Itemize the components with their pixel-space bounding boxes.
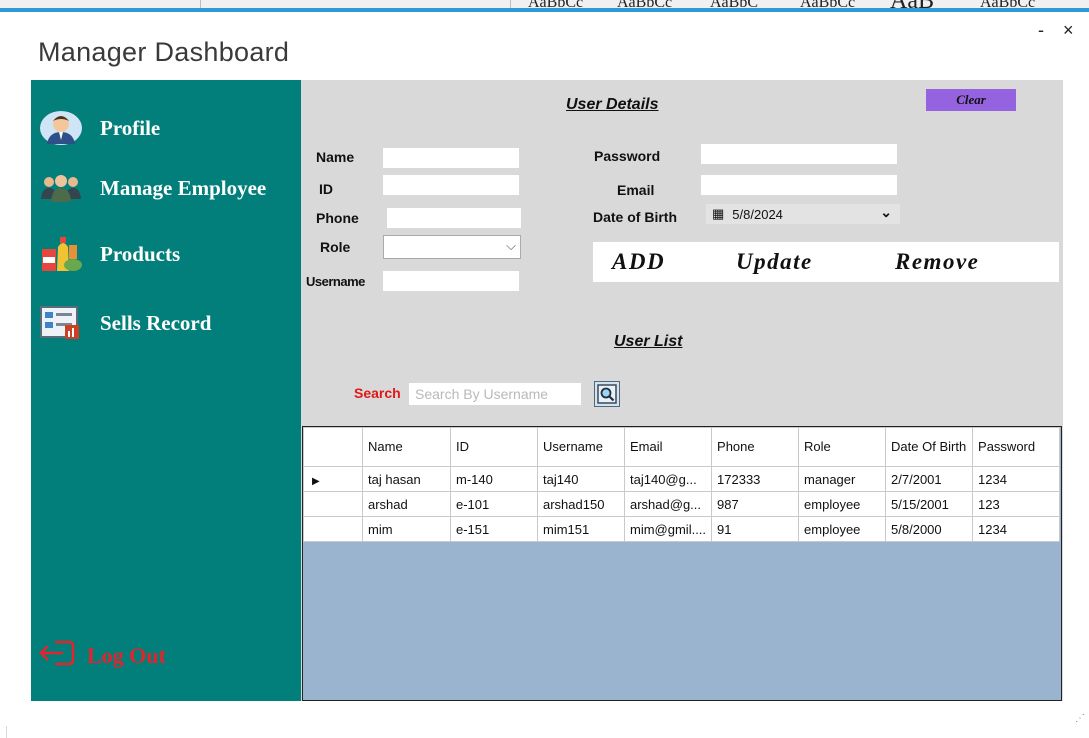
- table-cell[interactable]: employee: [798, 516, 887, 542]
- action-button-panel: ADD Update Remove: [593, 242, 1059, 282]
- phone-input[interactable]: [387, 208, 521, 228]
- table-row[interactable]: arshad e-101 arshad150 arshad@g... 987 e…: [303, 491, 1061, 517]
- user-table: Name ID Username Email Phone Role Date O…: [303, 427, 1061, 542]
- close-button[interactable]: ×: [1063, 20, 1074, 41]
- sidebar-item-products[interactable]: Products: [36, 236, 180, 272]
- logout-icon: [39, 638, 77, 673]
- update-button[interactable]: Update: [736, 249, 813, 275]
- table-cell[interactable]: 2/7/2001: [885, 466, 974, 492]
- username-label: Username: [306, 274, 365, 289]
- table-row[interactable]: ▶ taj hasan m-140 taj140 taj140@g... 172…: [303, 466, 1061, 492]
- password-input[interactable]: [701, 144, 897, 164]
- column-header[interactable]: Date Of Birth: [885, 427, 974, 467]
- sidebar-item-label: Manage Employee: [100, 175, 267, 200]
- row-selector[interactable]: [303, 491, 363, 517]
- table-cell[interactable]: m-140: [450, 466, 538, 492]
- phone-label: Phone: [316, 210, 359, 226]
- sidebar-item-profile[interactable]: Profile: [36, 110, 160, 146]
- table-cell[interactable]: 1234: [972, 466, 1061, 492]
- table-cell[interactable]: taj hasan: [362, 466, 451, 492]
- table-cell[interactable]: 91: [711, 516, 800, 542]
- table-cell[interactable]: 123: [972, 491, 1061, 517]
- user-list-grid: Name ID Username Email Phone Role Date O…: [302, 426, 1062, 701]
- sidebar-item-manage-employee[interactable]: Manage Employee: [36, 170, 266, 206]
- user-list-title: User List: [614, 333, 683, 350]
- role-label: Role: [320, 239, 351, 255]
- email-label: Email: [617, 182, 655, 198]
- table-cell[interactable]: 1234: [972, 516, 1061, 542]
- search-button[interactable]: [594, 381, 620, 407]
- dob-value: 5/8/2024: [732, 206, 783, 222]
- table-cell[interactable]: 5/8/2000: [885, 516, 974, 542]
- table-cell[interactable]: manager: [798, 466, 887, 492]
- minimize-button[interactable]: -: [1038, 20, 1044, 41]
- table-row[interactable]: mim e-151 mim151 mim@gmil.... 91 employe…: [303, 516, 1061, 542]
- calendar-icon: ▦: [712, 206, 725, 221]
- logout-label: Log Out: [87, 642, 166, 668]
- email-input[interactable]: [701, 175, 897, 195]
- chevron-down-icon: ⌵: [506, 238, 516, 253]
- column-header[interactable]: Name: [362, 427, 451, 467]
- row-selector[interactable]: [303, 516, 363, 542]
- password-label: Password: [594, 148, 661, 164]
- logout-button[interactable]: Log Out: [39, 638, 166, 673]
- table-cell[interactable]: arshad150: [537, 491, 625, 517]
- search-icon: [597, 384, 617, 404]
- remove-button[interactable]: Remove: [895, 249, 979, 275]
- table-cell[interactable]: e-151: [450, 516, 538, 542]
- user-details-title: User Details: [566, 96, 659, 113]
- sidebar-item-label: Sells Record: [100, 310, 212, 335]
- column-header[interactable]: Role: [798, 427, 887, 467]
- role-select[interactable]: ⌵: [383, 235, 521, 259]
- add-button[interactable]: ADD: [612, 249, 665, 275]
- current-row-icon: ▶: [312, 475, 320, 487]
- table-header-row: Name ID Username Email Phone Role Date O…: [303, 427, 1061, 467]
- main-content: User Details Clear Name ID Phone Role ⌵ …: [301, 80, 1063, 701]
- table-cell[interactable]: 987: [711, 491, 800, 517]
- resize-grip-icon[interactable]: ⋰: [1075, 713, 1085, 724]
- sidebar: Profile Manage Employee Products Sells R…: [31, 80, 301, 701]
- row-selector[interactable]: ▶: [303, 466, 363, 492]
- user-profile-icon: [36, 110, 86, 146]
- table-cell[interactable]: mim151: [537, 516, 625, 542]
- name-input[interactable]: [383, 148, 519, 168]
- dob-date-picker[interactable]: ▦ 5/8/2024 ⌄: [706, 204, 900, 224]
- table-cell[interactable]: arshad: [362, 491, 451, 517]
- username-input[interactable]: [383, 271, 519, 291]
- id-label: ID: [319, 181, 333, 197]
- sidebar-item-label: Products: [100, 241, 181, 266]
- sidebar-item-sells-record[interactable]: Sells Record: [36, 305, 211, 341]
- clear-button[interactable]: Clear: [926, 89, 1016, 111]
- column-header[interactable]: Email: [623, 427, 713, 467]
- column-header[interactable]: Username: [537, 427, 625, 467]
- column-header[interactable]: Phone: [711, 427, 800, 467]
- search-label: Search: [354, 385, 401, 401]
- column-header[interactable]: ID: [450, 427, 538, 467]
- table-cell[interactable]: mim: [362, 516, 451, 542]
- id-input[interactable]: [383, 175, 519, 195]
- group-icon: [36, 170, 86, 206]
- table-cell[interactable]: taj140: [537, 466, 625, 492]
- search-input[interactable]: [409, 383, 581, 405]
- table-cell[interactable]: employee: [798, 491, 887, 517]
- row-header-corner: [303, 427, 363, 467]
- table-cell[interactable]: e-101: [450, 491, 538, 517]
- window-title: Manager Dashboard: [38, 37, 290, 67]
- name-label: Name: [316, 149, 355, 165]
- table-cell[interactable]: taj140@g...: [623, 466, 713, 492]
- table-cell[interactable]: 5/15/2001: [885, 491, 974, 517]
- table-cell[interactable]: mim@gmil....: [623, 516, 713, 542]
- chevron-down-icon: ⌄: [880, 204, 892, 220]
- table-cell[interactable]: arshad@g...: [623, 491, 713, 517]
- column-header[interactable]: Password: [972, 427, 1061, 467]
- dob-label: Date of Birth: [593, 209, 677, 225]
- sales-record-icon: [36, 305, 86, 341]
- products-icon: [36, 236, 86, 272]
- manager-dashboard-window: Manager Dashboard - × Profile Manage Emp…: [6, 12, 1089, 726]
- table-cell[interactable]: 172333: [711, 466, 800, 492]
- sidebar-item-label: Profile: [100, 115, 161, 140]
